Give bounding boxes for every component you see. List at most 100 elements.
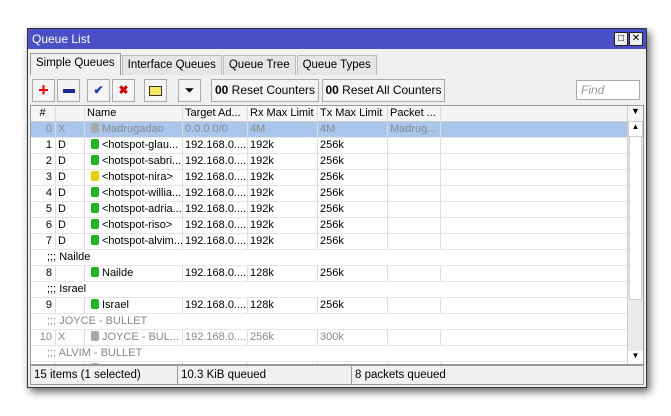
name-text: <hotspot-alvim... (102, 235, 183, 247)
cell-target: 192.168.0.... (185, 298, 248, 313)
name-text: Nailde (102, 267, 134, 279)
table-header: # Name Target Ad... Rx Max Limit Tx Max … (31, 106, 643, 122)
scroll-down-icon[interactable]: ▼ (628, 351, 643, 364)
queue-icon (91, 267, 99, 277)
table-row[interactable]: 1 D <hotspot-glau... 192.168.0.... 192k … (31, 138, 643, 154)
comment-row[interactable]: ;;; ALVIM - BULLET (31, 346, 643, 362)
table-row[interactable]: 4 D <hotspot-willia... 192.168.0.... 192… (31, 186, 643, 202)
name-text: <hotspot-willia... (102, 187, 182, 199)
col-flags[interactable] (56, 106, 85, 121)
cell-packet (388, 138, 441, 153)
comment-row[interactable]: ;;; JOYCE - BULLET (31, 314, 643, 330)
col-rx-max[interactable]: Rx Max Limit (248, 106, 318, 121)
cell-name: <hotspot-nira> (85, 170, 183, 185)
close-icon[interactable]: ✕ (629, 32, 643, 46)
scrollbar[interactable]: ▼ ▲ ▼ (627, 106, 643, 364)
reset-counters-button[interactable]: 00 Reset Counters (211, 79, 319, 102)
table-row[interactable]: 2 D <hotspot-sabri... 192.168.0.... 192k… (31, 154, 643, 170)
cell-number: 6 (31, 218, 56, 233)
comment-row[interactable]: ;;; Nailde (31, 250, 643, 266)
scroll-thumb[interactable] (629, 136, 642, 300)
table-row[interactable]: 3 D <hotspot-nira> 192.168.0.... 192k 25… (31, 170, 643, 186)
cell-target: 192.168.0.... (185, 202, 248, 217)
find-input[interactable]: Find (576, 80, 640, 100)
cell-packet (388, 266, 441, 281)
cell-target: 192.168.0.... (185, 170, 248, 185)
tab-bar: Simple Queues Interface Queues Queue Tre… (30, 53, 378, 75)
queue-icon (91, 219, 99, 229)
cell-rx: 256k (248, 330, 318, 345)
maximize-icon[interactable]: □ (614, 32, 628, 46)
name-text: JOYCE - BUL... (102, 331, 180, 343)
table-row[interactable]: 9 Israel 192.168.0.... 128k 256k (31, 298, 643, 314)
filter-icon: ⏷ (184, 83, 195, 97)
disable-button[interactable]: ✖ (112, 79, 135, 102)
col-tx-max[interactable]: Tx Max Limit (318, 106, 388, 121)
table-row[interactable]: 0 X Madrugadao 0.0.0.0/0 4M 4M Madrug... (31, 122, 643, 138)
queue-list-window: Queue List □ ✕ Simple Queues Interface Q… (27, 28, 647, 388)
counter-icon: 00 (325, 83, 339, 97)
queue-icon (91, 235, 99, 245)
cell-name: <hotspot-sabri... (85, 154, 183, 169)
name-text: <hotspot-sabri... (102, 155, 182, 167)
col-number[interactable]: # (31, 106, 56, 121)
table-row[interactable]: 5 D <hotspot-adria... 192.168.0.... 192k… (31, 202, 643, 218)
comment-row[interactable]: ;;; Israel (31, 282, 643, 298)
cell-name: <hotspot-adria... (85, 202, 183, 217)
name-text: <hotspot-nira> (102, 171, 173, 183)
cell-rx: 192k (248, 170, 318, 185)
plus-icon: + (38, 80, 49, 100)
cell-flag: D (56, 186, 85, 201)
reset-all-counters-button[interactable]: 00 Reset All Counters (322, 79, 445, 102)
cell-number: 2 (31, 154, 56, 169)
col-packet[interactable]: Packet ... (388, 106, 441, 121)
cell-tx: 256k (318, 218, 388, 233)
cell-number: 10 (31, 330, 56, 345)
table-row[interactable]: 8 Nailde 192.168.0.... 128k 256k (31, 266, 643, 282)
cell-target: 0.0.0.0/0 (183, 122, 248, 137)
tab-simple-queues[interactable]: Simple Queues (30, 53, 121, 75)
name-text: <hotspot-adria... (102, 203, 182, 215)
filter-button[interactable]: ⏷ (178, 79, 201, 102)
cell-flag (56, 266, 85, 281)
queue-icon (91, 203, 99, 213)
cell-tx: 4M (318, 122, 388, 137)
cell-target: 192.168.0.... (185, 154, 248, 169)
tab-interface-queues[interactable]: Interface Queues (121, 55, 222, 75)
cell-packet: Madrug... (388, 122, 441, 137)
x-icon: ✖ (118, 83, 129, 97)
comment-button[interactable] (144, 79, 167, 102)
add-button[interactable]: + (32, 79, 55, 102)
table-row[interactable]: 6 D <hotspot-riso> 192.168.0.... 192k 25… (31, 218, 643, 234)
toolbar: + ✔ ✖ ⏷ 00 Reset Counters 00 Reset All C… (30, 77, 644, 103)
col-name[interactable]: Name (85, 106, 183, 121)
cell-rx: 192k (248, 202, 318, 217)
cell-number: 1 (31, 138, 56, 153)
cell-tx: 256k (318, 170, 388, 185)
scroll-up-icon[interactable]: ▲ (628, 121, 643, 137)
cell-name: Nailde (85, 266, 183, 281)
title-bar: Queue List □ ✕ (28, 29, 646, 49)
window-title: Queue List (32, 32, 91, 46)
column-menu-icon[interactable]: ▼ (628, 106, 643, 121)
note-icon (149, 85, 162, 96)
table-row[interactable]: 10 X JOYCE - BUL... 192.168.0.... 256k 3… (31, 330, 643, 346)
cell-tx: 256k (318, 138, 388, 153)
enable-button[interactable]: ✔ (87, 79, 110, 102)
cell-rx: 128k (248, 266, 318, 281)
cell-rx: 192k (248, 234, 318, 249)
cell-packet (388, 202, 441, 217)
cell-tx: 256k (318, 202, 388, 217)
tab-queue-types[interactable]: Queue Types (296, 55, 377, 75)
cell-flag (56, 298, 85, 313)
cell-tx: 256k (318, 298, 388, 313)
remove-button[interactable] (57, 79, 80, 102)
tab-queue-tree[interactable]: Queue Tree (222, 55, 296, 75)
cell-name: <hotspot-glau... (85, 138, 183, 153)
cell-tx: 256k (318, 186, 388, 201)
cell-rx: 128k (248, 298, 318, 313)
table-row[interactable]: 7 D <hotspot-alvim... 192.168.0.... 192k… (31, 234, 643, 250)
cell-packet (388, 298, 441, 313)
cell-name: <hotspot-riso> (85, 218, 183, 233)
col-target[interactable]: Target Ad... (183, 106, 248, 121)
